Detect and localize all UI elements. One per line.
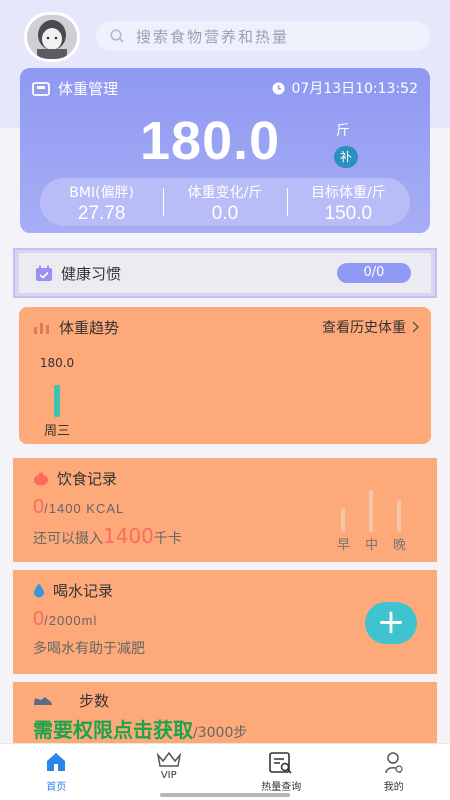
water-progress: 0/2000ml [33, 608, 97, 631]
water-tip: 多喝水有助于减肥 [33, 641, 145, 657]
calories-remaining: 还可以摄入1400千卡 [33, 524, 182, 548]
calorie-search-icon [269, 752, 292, 774]
meal-bar-breakfast [341, 508, 345, 532]
trend-bar [54, 385, 60, 417]
chevron-right-icon [412, 321, 419, 333]
diet-record-header: 饮食记录 [33, 468, 117, 489]
avatar[interactable] [24, 12, 80, 62]
search-icon [110, 29, 124, 43]
stat-target-weight: 目标体重/斤 150.0 [286, 178, 410, 226]
nav-label: 热量查询 [261, 782, 302, 793]
water-record-card[interactable]: 喝水记录 0/2000ml 多喝水有助于减肥 + [13, 570, 437, 674]
healthy-habits-label: 健康习惯 [61, 264, 122, 283]
home-indicator [160, 793, 290, 797]
nav-label: 我的 [383, 782, 404, 793]
food-bowl-icon [34, 472, 48, 485]
stat-weight-change: 体重变化/斤 0.0 [163, 178, 286, 226]
water-record-title: 喝水记录 [53, 582, 114, 600]
calorie-progress: 0/1400 KCAL [33, 496, 124, 519]
weight-trend-chart: 180.0 周三 [40, 356, 74, 439]
meal-label-lunch: 中 [365, 538, 379, 553]
calories-target: /1400 KCAL [44, 501, 125, 516]
stat-label: 体重变化/斤 [187, 185, 263, 201]
calories-consumed: 0 [33, 496, 45, 518]
nav-label: VIP [160, 770, 177, 781]
crown-icon [156, 751, 181, 767]
remaining-value: 1400 [103, 524, 154, 548]
profile-icon [385, 752, 403, 774]
timestamp: 07月13日10:13:52 [291, 81, 418, 97]
steps-target: /3000步 [193, 725, 248, 741]
scale-icon [32, 81, 50, 96]
healthy-habits-row: 健康习惯 0/0 [19, 253, 431, 293]
fill-weight-button[interactable]: 补 [334, 146, 358, 168]
weight-card-header: 体重管理 [32, 78, 118, 99]
diet-record-title: 饮食记录 [57, 470, 118, 488]
trend-category-label: 周三 [44, 424, 70, 439]
meal-label-dinner: 晚 [393, 538, 407, 553]
view-history-link[interactable]: 查看历史体重 [322, 317, 419, 337]
stat-bmi: BMI(偏胖) 27.78 [40, 178, 163, 226]
bottom-nav: 首页 VIP 热量查询 我的 [0, 743, 450, 800]
steps-title: 步数 [79, 692, 110, 710]
search-placeholder: 搜索食物营养和热量 [136, 27, 290, 46]
trend-data-label: 180.0 [40, 356, 74, 370]
habit-progress-badge: 0/0 [337, 263, 411, 283]
nav-item-home[interactable]: 首页 [0, 744, 113, 800]
weight-trend-header: 体重趋势 [33, 317, 119, 338]
nav-item-vip[interactable]: VIP [113, 744, 226, 800]
stat-value: 150.0 [324, 203, 373, 224]
current-weight: 180.0 [140, 111, 281, 171]
clock-icon [272, 82, 285, 94]
weight-stats: BMI(偏胖) 27.78 体重变化/斤 0.0 目标体重/斤 150.0 [40, 178, 410, 226]
stat-label: BMI(偏胖) [69, 185, 135, 201]
weight-trend-title: 体重趋势 [59, 319, 120, 337]
trend-chart-icon [34, 322, 49, 334]
home-icon [47, 753, 66, 771]
search-bar[interactable]: 搜索食物营养和热量 [96, 21, 430, 51]
meal-label-breakfast: 早 [337, 538, 351, 553]
stat-label: 目标体重/斤 [310, 185, 386, 201]
steps-card[interactable]: 步数 需要权限点击获取/3000步 [13, 682, 437, 746]
nav-label: 首页 [46, 782, 67, 793]
stat-value: 27.78 [77, 203, 126, 224]
weight-management-card[interactable]: 体重管理 07月13日10:13:52 180.0 斤 补 BMI(偏胖) 27… [20, 68, 430, 233]
calendar-icon [36, 265, 52, 281]
avatar-illustration [27, 15, 77, 59]
weight-unit: 斤 [336, 123, 350, 139]
meal-bars: 早 中 晚 [333, 482, 413, 553]
nav-item-calorie-search[interactable]: 热量查询 [225, 744, 338, 800]
view-history-label: 查看历史体重 [322, 320, 406, 336]
remaining-prefix: 还可以摄入 [33, 531, 103, 547]
steps-header: 步数 [33, 690, 109, 711]
weight-trend-card[interactable]: 体重趋势 查看历史体重 180.0 周三 [19, 307, 431, 444]
water-record-header: 喝水记录 [33, 580, 113, 601]
meal-bar-dinner [397, 500, 401, 532]
water-consumed: 0 [33, 608, 45, 630]
diet-record-card[interactable]: 饮食记录 0/1400 KCAL 还可以摄入1400千卡 早 中 晚 [13, 458, 437, 562]
water-drop-icon [34, 583, 44, 598]
remaining-unit: 千卡 [153, 531, 182, 547]
weight-card-time: 07月13日10:13:52 [272, 78, 418, 98]
healthy-habits-card[interactable]: 健康习惯 0/0 [13, 248, 437, 298]
steps-permission-text[interactable]: 需要权限点击获取 [33, 718, 193, 742]
add-water-button[interactable]: + [365, 602, 417, 644]
shoe-icon [34, 696, 52, 705]
stat-value: 0.0 [211, 203, 239, 224]
water-target: /2000ml [44, 613, 98, 628]
meal-bar-lunch [369, 490, 373, 532]
nav-item-profile[interactable]: 我的 [338, 744, 450, 800]
weight-card-title: 体重管理 [58, 80, 119, 98]
steps-status[interactable]: 需要权限点击获取/3000步 [33, 714, 247, 743]
